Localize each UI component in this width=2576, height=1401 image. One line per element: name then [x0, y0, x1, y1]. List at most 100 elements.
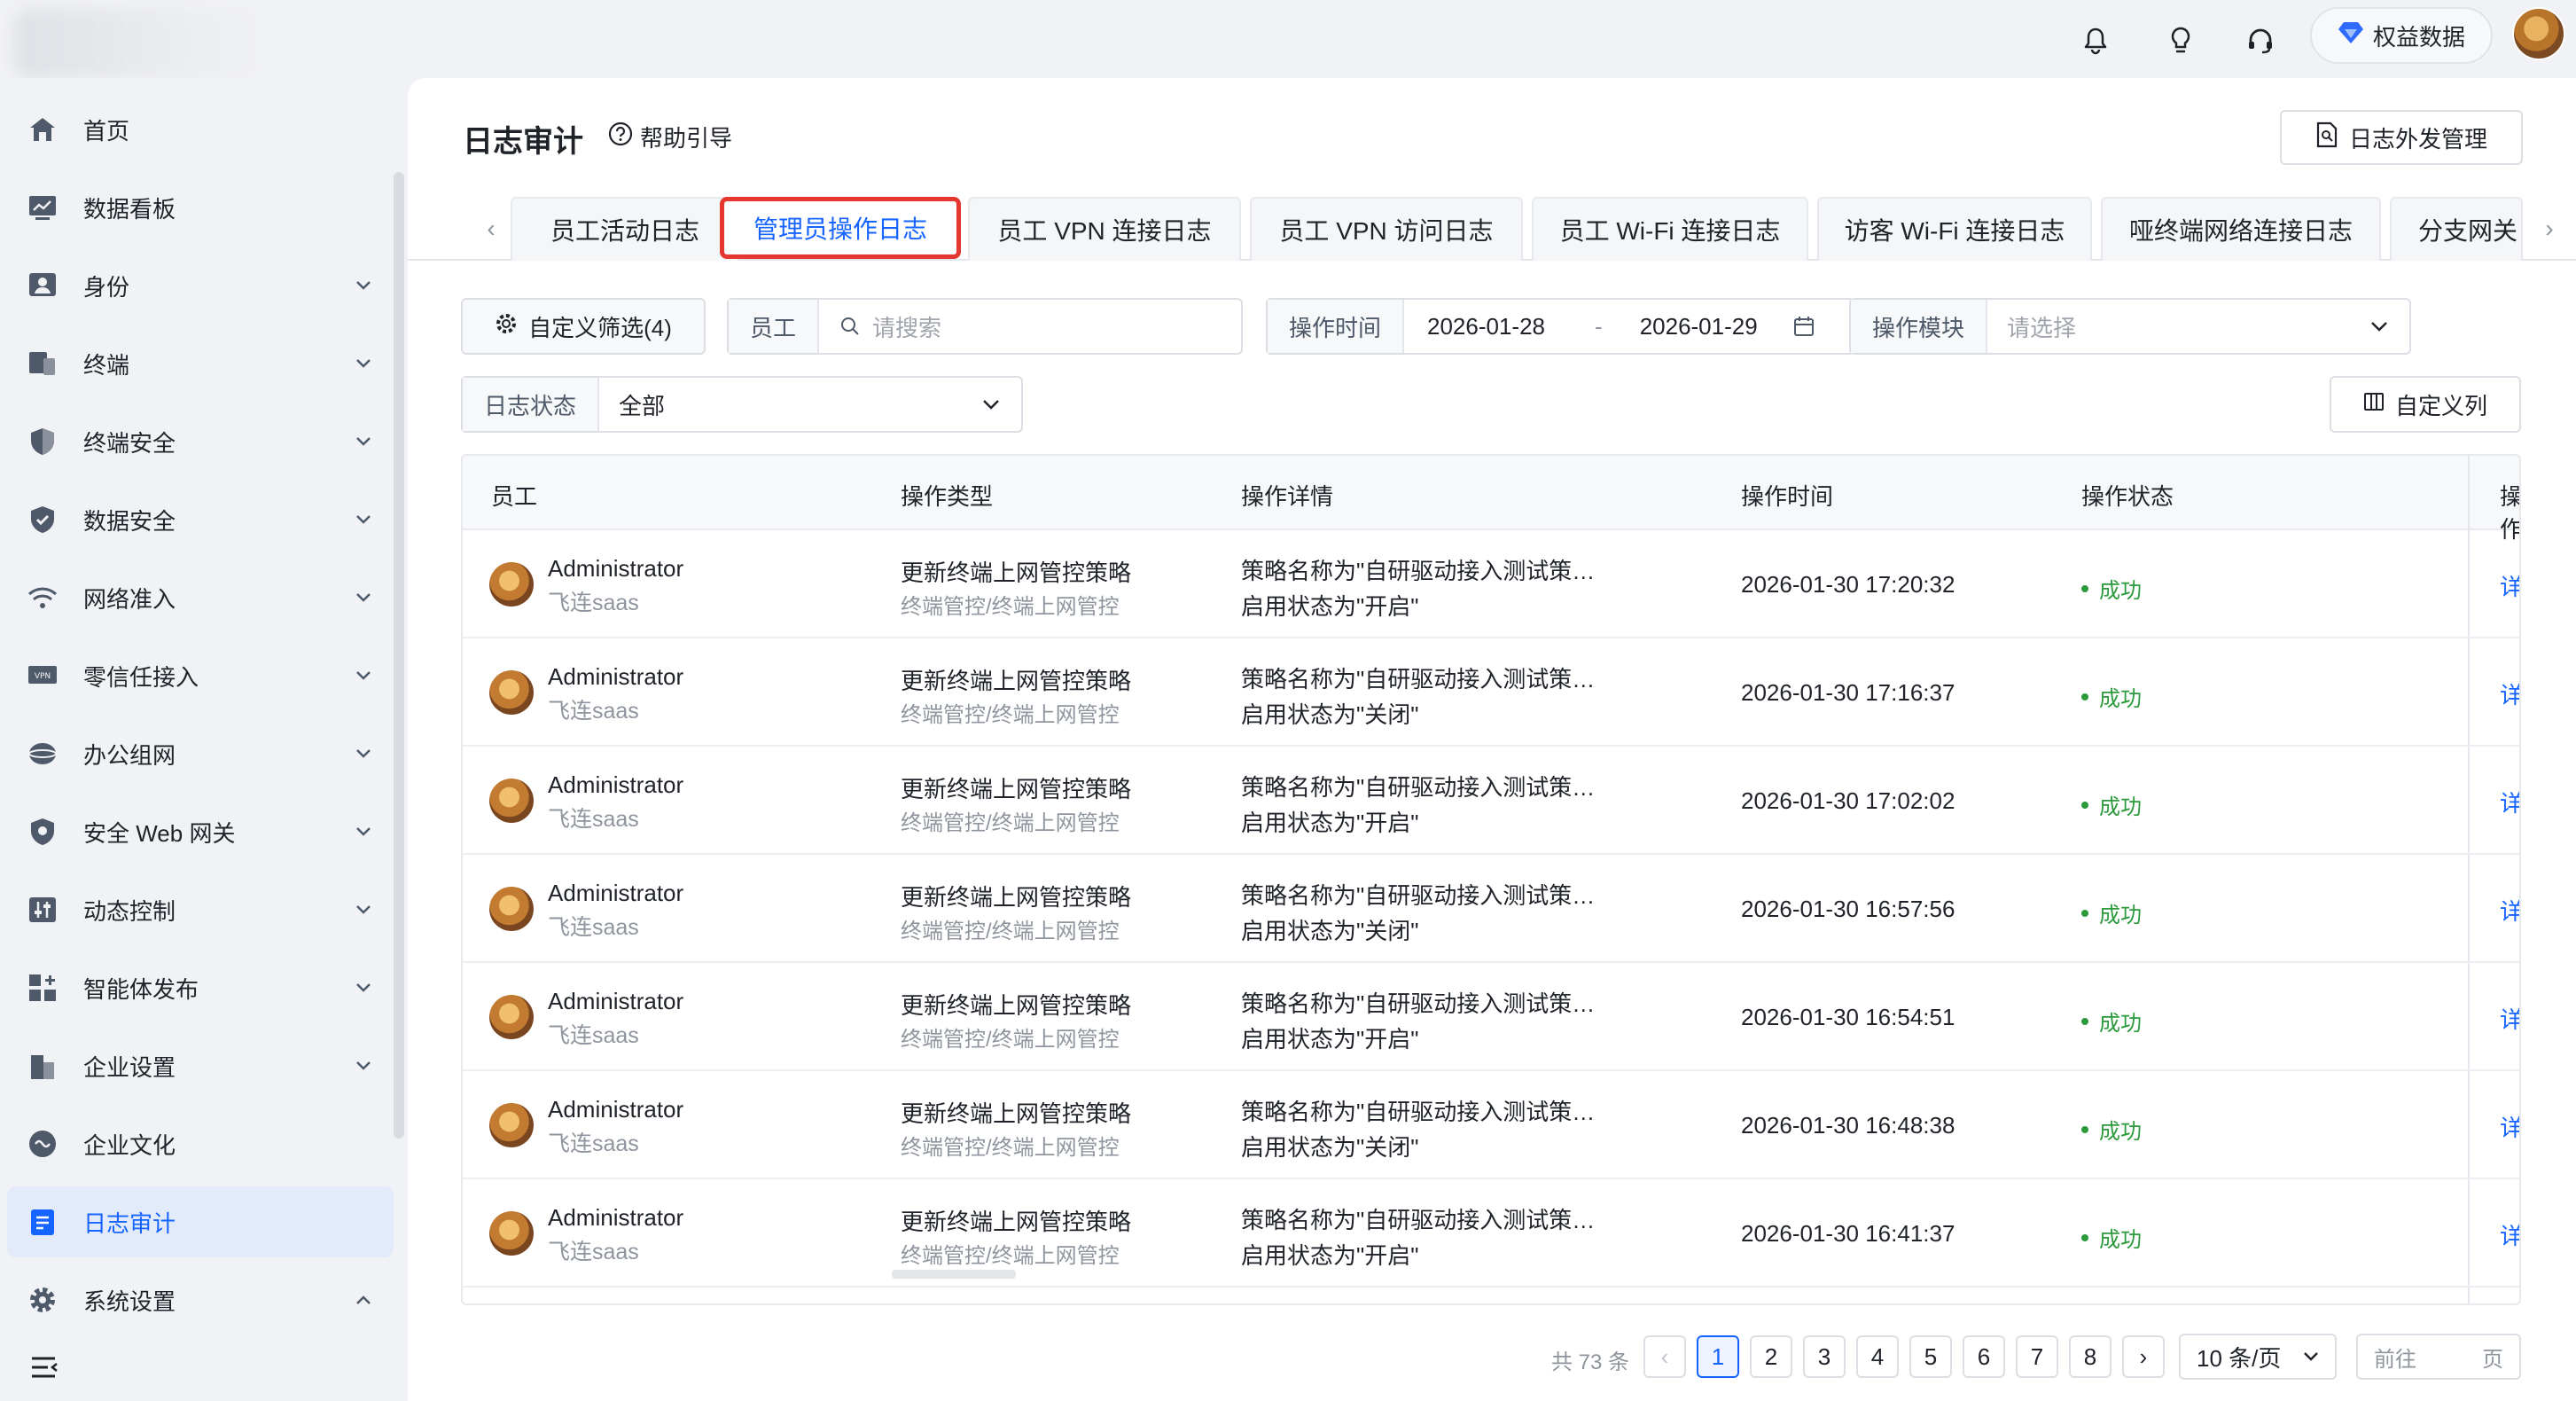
operation-detail-line2: 启用状态为"关闭": [1241, 918, 1419, 944]
tab-employee-vpn-connection-log[interactable]: 员工 VPN 连接日志: [968, 197, 1241, 261]
custom-filter-button[interactable]: 自定义筛选(4): [461, 298, 706, 355]
operation-module-path: 终端管控/终端上网管控: [901, 703, 1120, 727]
employee-avatar: [489, 1103, 534, 1147]
pagination-page-8[interactable]: 8: [2069, 1335, 2112, 1378]
pagination-page-4[interactable]: 4: [1856, 1335, 1899, 1378]
operation-detail-line1: 策略名称为"自研驱动接入测试策…: [1241, 558, 1596, 584]
tab-employee-activity-log[interactable]: 员工活动日志: [511, 197, 739, 261]
operation-detail-line1: 策略名称为"自研驱动接入测试策…: [1241, 774, 1596, 801]
sidebar-item-agent-publish[interactable]: 智能体发布: [7, 952, 394, 1023]
employee-name: Administrator: [548, 1096, 684, 1123]
pagination-page-6[interactable]: 6: [1963, 1335, 2005, 1378]
sidebar-item-enterprise-culture[interactable]: 企业文化: [7, 1108, 394, 1179]
pagination-page-7[interactable]: 7: [2016, 1335, 2058, 1378]
sidebar-item-data-security[interactable]: 数据安全: [7, 484, 394, 555]
table-row: Administrator 飞连saas 更新终端上网管控策略 终端管控/终端上网管控…: [463, 747, 2519, 855]
employee-org: 飞连saas: [548, 1240, 639, 1264]
page-jump-input[interactable]: 前往 页: [2356, 1334, 2521, 1380]
sidebar-item-endpoint-security[interactable]: 终端安全: [7, 406, 394, 477]
calendar-icon[interactable]: [1793, 316, 1815, 337]
sidebar-item-office-network[interactable]: 办公组网: [7, 718, 394, 789]
collapse-menu-icon[interactable]: [30, 1355, 60, 1385]
sliders-icon: [27, 894, 59, 926]
vpn-icon: VPN: [27, 660, 59, 692]
pagination-page-2[interactable]: 2: [1750, 1335, 1792, 1378]
detail-link[interactable]: 详情: [2500, 786, 2519, 818]
log-export-label: 日志外发管理: [2348, 125, 2487, 153]
tab-dumb-terminal-connection-log[interactable]: 哑终端网络连接日志: [2101, 197, 2381, 261]
pagination-page-3[interactable]: 3: [1803, 1335, 1846, 1378]
log-status-select[interactable]: 全部: [619, 388, 982, 421]
pagination-next-button[interactable]: ›: [2122, 1335, 2165, 1378]
status-badge: 成功: [2081, 1006, 2142, 1037]
operation-type: 更新终端上网管控策略: [901, 668, 1132, 694]
detail-link[interactable]: 详情: [2500, 1002, 2519, 1035]
tab-admin-operation-log[interactable]: 管理员操作日志: [720, 197, 961, 259]
user-avatar[interactable]: [2512, 7, 2565, 60]
sidebar-item-enterprise-settings[interactable]: 企业设置: [7, 1030, 394, 1101]
bell-icon[interactable]: [2071, 16, 2120, 66]
status-dot: [2081, 1017, 2088, 1025]
operation-detail-line1: 策略名称为"自研驱动接入测试策…: [1241, 1207, 1596, 1233]
log-status-filter[interactable]: 日志状态 全部: [461, 376, 1023, 433]
employee-search-input[interactable]: 请搜索: [872, 310, 941, 343]
tabs-scroll-left-icon[interactable]: ‹: [479, 213, 503, 245]
top-bar: 权益数据: [0, 0, 2576, 78]
search-icon: [840, 317, 860, 336]
employee-org: 飞连saas: [548, 807, 639, 832]
operation-time-filter: 操作时间 2026-01-28 - 2026-01-29: [1266, 298, 1854, 355]
sidebar-item-identity[interactable]: 身份: [7, 250, 394, 321]
tab-employee-vpn-access-log[interactable]: 员工 VPN 访问日志: [1250, 197, 1523, 261]
page-jump-prefix: 前往: [2374, 1347, 2416, 1372]
pagination-prev-button[interactable]: ‹: [1643, 1335, 1686, 1378]
sidebar-item-network-access[interactable]: 网络准入: [7, 562, 394, 633]
custom-columns-button[interactable]: 自定义列: [2330, 376, 2521, 433]
detail-link[interactable]: 详情: [2500, 1110, 2519, 1143]
sidebar-item-label: 数据安全: [83, 507, 176, 535]
start-date-input[interactable]: 2026-01-28: [1427, 313, 1545, 340]
detail-link[interactable]: 详情: [2500, 569, 2519, 602]
log-export-management-button[interactable]: 日志外发管理: [2280, 110, 2523, 165]
pagination-page-1[interactable]: 1: [1697, 1335, 1739, 1378]
sidebar-item-dashboard[interactable]: 数据看板: [7, 172, 394, 243]
log-icon: [27, 1206, 59, 1238]
tab-employee-wifi-connection-log[interactable]: 员工 Wi-Fi 连接日志: [1532, 197, 1808, 261]
detail-link[interactable]: 详情: [2500, 894, 2519, 927]
employee-org: 飞连saas: [548, 591, 639, 615]
sidebar-item-web-gateway[interactable]: 安全 Web 网关: [7, 796, 394, 867]
tabs-scroll-right-icon[interactable]: ›: [2537, 213, 2562, 245]
tab-guest-wifi-connection-log[interactable]: 访客 Wi-Fi 连接日志: [1817, 197, 2092, 261]
page-size-select[interactable]: 10 条/页: [2179, 1334, 2337, 1380]
sidebar-item-dynamic-control[interactable]: 动态控制: [7, 874, 394, 945]
rights-data-button[interactable]: 权益数据: [2310, 7, 2493, 64]
sidebar-item-home[interactable]: 首页: [7, 94, 394, 165]
help-guide-link[interactable]: 帮助引导: [608, 121, 732, 153]
chevron-down-icon: [353, 743, 374, 764]
column-header-operation-time: 操作时间: [1741, 483, 1834, 510]
operation-module-filter[interactable]: 操作模块 请选择: [1849, 298, 2411, 355]
status-text: 成功: [2099, 579, 2142, 603]
web-gateway-icon: [27, 816, 59, 848]
headset-icon[interactable]: [2236, 16, 2285, 66]
sidebar-item-terminal[interactable]: 终端: [7, 328, 394, 399]
sidebar-item-log-audit[interactable]: 日志审计: [7, 1186, 394, 1257]
end-date-input[interactable]: 2026-01-29: [1640, 313, 1758, 340]
sidebar-scrollbar[interactable]: [394, 172, 404, 1139]
employee-org: 飞连saas: [548, 1023, 639, 1048]
lightbulb-icon[interactable]: [2156, 16, 2205, 66]
employee-avatar: [489, 1211, 534, 1256]
operation-module-label: 操作模块: [1851, 300, 1988, 353]
sidebar-item-system-settings[interactable]: 系统设置: [7, 1264, 394, 1335]
chevron-down-icon: [353, 977, 374, 998]
rights-data-label: 权益数据: [2372, 23, 2465, 51]
status-dot: [2081, 1125, 2088, 1133]
pagination-page-5[interactable]: 5: [1909, 1335, 1952, 1378]
operation-detail-line1: 策略名称为"自研驱动接入测试策…: [1241, 666, 1596, 693]
tab-branch-gateway[interactable]: 分支网关: [2390, 197, 2523, 261]
operation-detail-line1: 策略名称为"自研驱动接入测试策…: [1241, 882, 1596, 909]
detail-link[interactable]: 详情: [2500, 1218, 2519, 1251]
detail-link[interactable]: 详情: [2500, 677, 2519, 710]
sidebar-item-zero-trust[interactable]: VPN 零信任接入: [7, 640, 394, 711]
building-icon: [27, 1050, 59, 1082]
operation-module-select[interactable]: 请选择: [2007, 310, 2370, 343]
